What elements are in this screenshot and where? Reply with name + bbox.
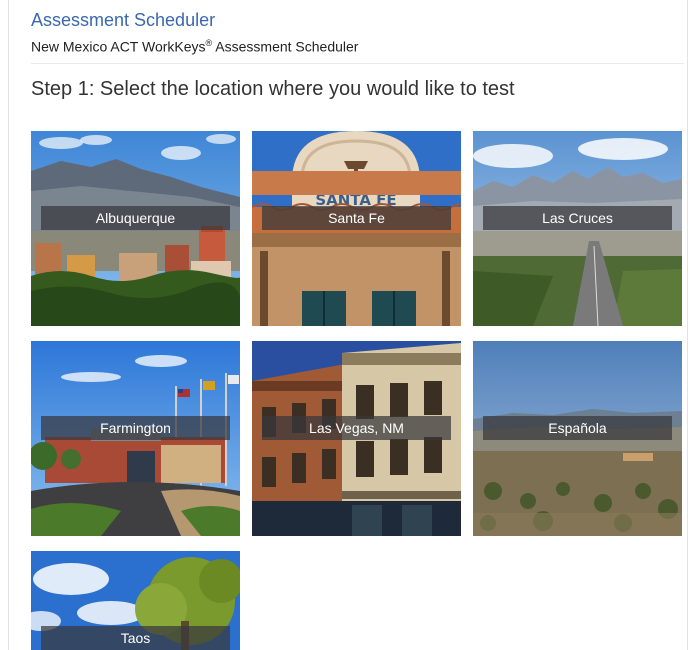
subtitle-text: New Mexico ACT WorkKeys — [31, 38, 206, 55]
location-label: Las Vegas, NM — [262, 416, 451, 440]
location-label: Taos — [41, 626, 230, 650]
location-label: Santa Fe — [262, 206, 451, 230]
location-tile-las-cruces[interactable]: Las Cruces — [473, 131, 682, 326]
subtitle-text-end: Assessment Scheduler — [212, 38, 359, 55]
location-label: Albuquerque — [41, 206, 230, 230]
page-subtitle: New Mexico ACT WorkKeys® Assessment Sche… — [31, 38, 358, 55]
location-tile-farmington[interactable]: Farmington — [31, 341, 240, 536]
location-tile-santa-fe[interactable]: SANTA FE Santa Fe — [252, 131, 461, 326]
app-title: Assessment Scheduler — [31, 10, 216, 30]
location-label: Española — [483, 416, 672, 440]
location-label: Las Cruces — [483, 206, 672, 230]
location-tile-las-vegas-nm[interactable]: Las Vegas, NM — [252, 341, 461, 536]
location-tile-albuquerque[interactable]: Albuquerque — [31, 131, 240, 326]
location-tile-taos[interactable]: Taos — [31, 551, 240, 650]
location-tile-espanola[interactable]: Española — [473, 341, 682, 536]
header-divider — [31, 63, 684, 64]
step-title: Step 1: Select the location where you wo… — [31, 78, 515, 100]
location-label: Farmington — [41, 416, 230, 440]
